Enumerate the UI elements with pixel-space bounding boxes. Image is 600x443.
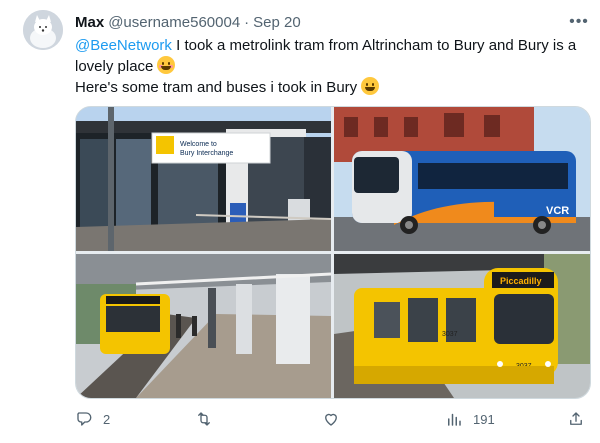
photo-bus[interactable]: VCR [334,107,590,251]
bus-route-label: VCR [546,205,569,217]
views-chart-icon [448,413,461,426]
reply-button[interactable]: 2 [75,406,110,432]
reply-icon [77,412,92,426]
media-grid: Welcome to Bury Interchange VCR Piccadil… [75,106,591,399]
photo-tram[interactable]: Piccadilly 3037 3037 [334,254,590,398]
more-options-button[interactable]: ••• [568,12,590,32]
sign-line-2: Bury Interchange [180,150,233,157]
retweet-icon [198,412,210,426]
tweet-text: @BeeNetwork I took a metrolink tram from… [75,36,585,98]
more-icon: ••• [569,13,589,30]
user-handle[interactable]: @username560004 [108,14,240,31]
platform-image [76,254,331,398]
display-name[interactable]: Max [75,14,104,31]
smiling-face-emoji-icon [157,56,176,74]
views-button[interactable]: 191 [445,406,495,432]
tweet-header: Max @username560004 · Sep 20 [75,12,301,32]
bury-interchange-image: Welcome to Bury Interchange [76,107,331,251]
mention-link[interactable]: @BeeNetwork [75,37,172,54]
like-button[interactable] [322,406,350,432]
share-button[interactable] [567,406,585,432]
tweet-card: Max @username560004 · Sep 20 ••• @BeeNet… [0,0,600,443]
retweet-button[interactable] [195,406,223,432]
tweet-text-line2: Here's some tram and buses i took in Bur… [75,79,358,96]
separator-dot: · [244,13,250,31]
reply-count: 2 [103,411,111,427]
avatar[interactable] [23,10,63,50]
tweet-date[interactable]: Sep 20 [253,14,301,31]
views-count: 191 [473,411,495,427]
photo-bury-interchange[interactable]: Welcome to Bury Interchange [76,107,331,251]
share-icon [570,412,582,425]
tram-image: Piccadilly 3037 3037 [334,254,590,398]
grinning-face-emoji-icon [361,77,380,95]
bus-image: VCR [334,107,590,251]
avatar-arctic-fox-image [23,10,63,50]
heart-icon [325,413,337,426]
action-bar: 2 191 [75,406,589,432]
photo-platform[interactable] [76,254,331,398]
tram-number-side: 3037 [442,331,458,338]
tram-destination: Piccadilly [500,276,542,286]
sign-line-1: Welcome to [180,141,217,148]
